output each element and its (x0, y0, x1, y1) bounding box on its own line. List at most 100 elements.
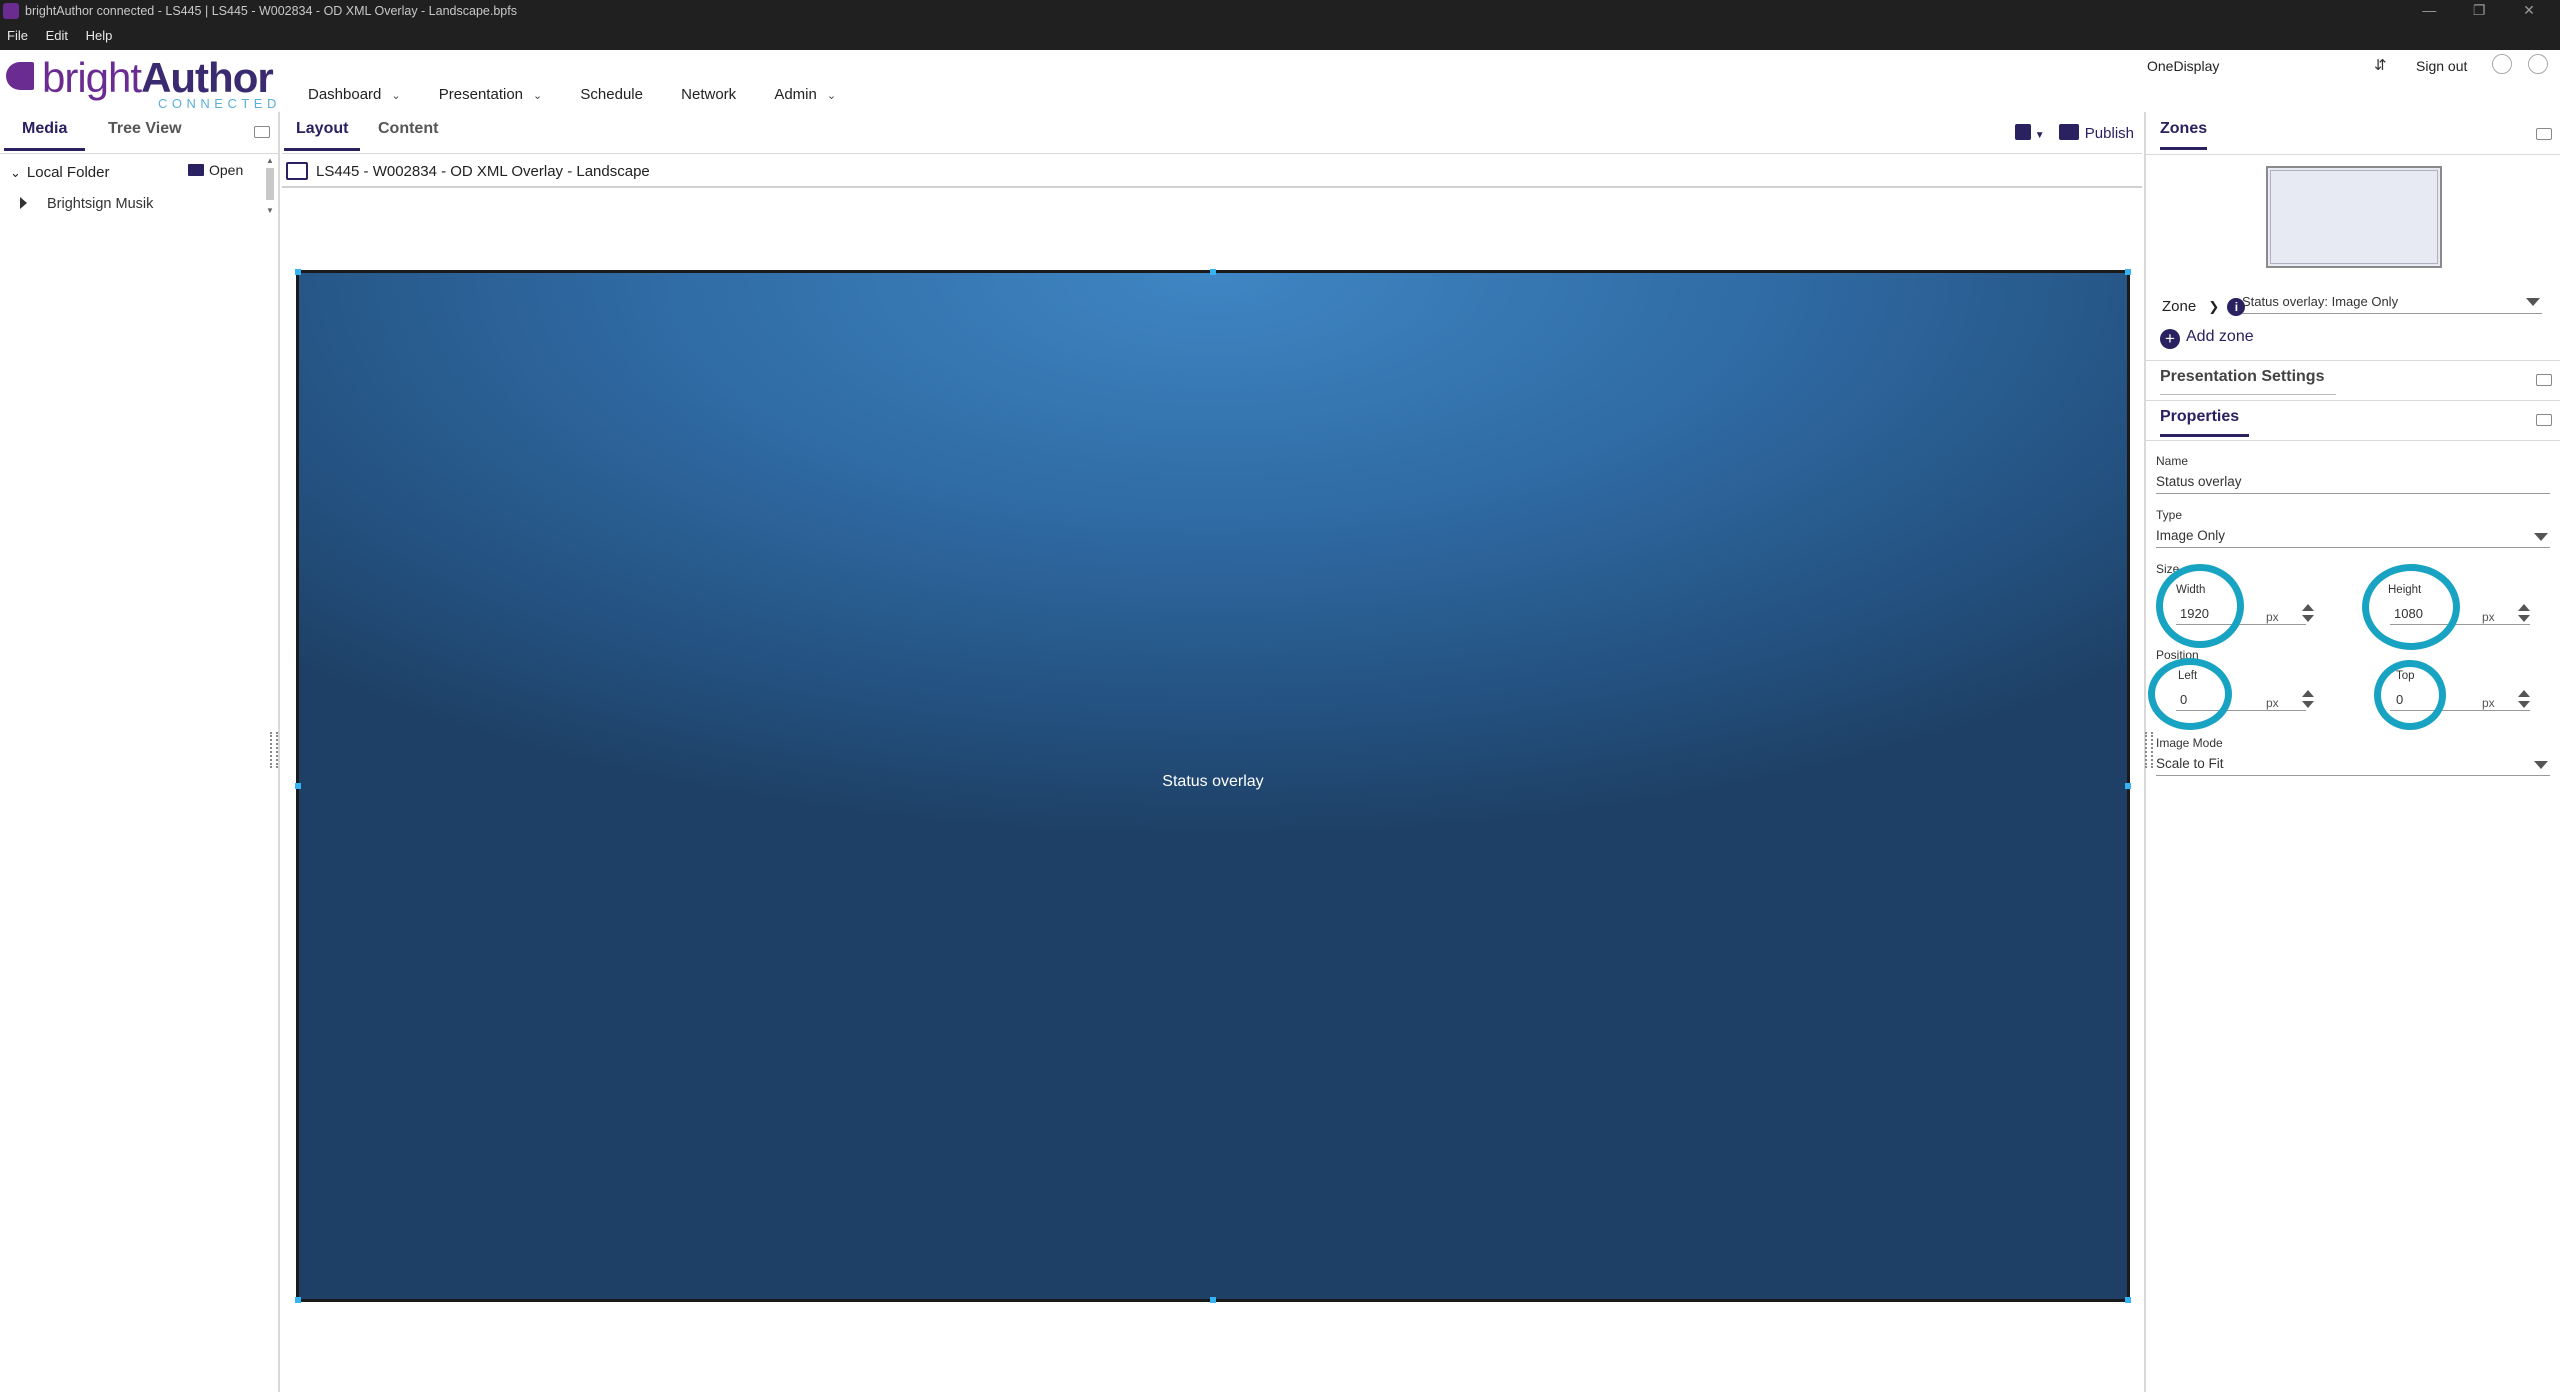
dropdown-caret-icon[interactable] (2534, 761, 2548, 769)
type-select[interactable]: Image Only (2156, 528, 2225, 543)
zone-canvas[interactable]: Status overlay (295, 269, 2131, 1303)
resize-handle[interactable] (2125, 1297, 2131, 1303)
left-splitter-handle[interactable] (270, 732, 278, 768)
zone-label: Status overlay (1162, 773, 1264, 790)
menu-file[interactable]: File (7, 28, 28, 43)
zone-breadcrumb: Zone ❯ i (2162, 298, 2246, 316)
local-folder-label: Local Folder (26, 164, 110, 181)
monitor-icon (286, 162, 308, 180)
account-name: OneDisplay (2147, 58, 2220, 74)
tab-media[interactable]: Media (4, 120, 86, 151)
nav-admin[interactable]: Admin ⌄ (774, 86, 836, 103)
chevron-right-icon: ❯ (2208, 299, 2220, 314)
local-folder-row[interactable]: ⌄ Local Folder (10, 164, 109, 181)
chevron-down-icon: ⌄ (533, 90, 543, 102)
zone-thumbnail[interactable] (2266, 166, 2442, 268)
scroll-up-icon[interactable]: ▲ (266, 156, 274, 165)
media-panel: Media Tree View ⌄ Local Folder Open Brigh… (0, 112, 280, 1392)
collapse-properties-icon[interactable] (2536, 414, 2552, 426)
zone-select-value: Status overlay: Image Only (2242, 294, 2399, 309)
app-icon (3, 3, 19, 19)
right-splitter-handle[interactable] (2145, 732, 2153, 768)
publish-controls: ▼ Publish (2014, 124, 2134, 142)
resize-handle[interactable] (295, 783, 301, 789)
top-stepper-icon[interactable] (2518, 690, 2530, 710)
zones-tab[interactable]: Zones (2160, 120, 2208, 150)
account-select[interactable]: OneDisplay (2147, 58, 2219, 74)
scroll-thumb[interactable] (266, 168, 274, 200)
sync-icon[interactable] (2492, 54, 2512, 74)
tab-tree-view[interactable]: Tree View (108, 120, 182, 148)
highlight-ring-left (2148, 658, 2232, 730)
chevron-down-icon: ⌄ (10, 165, 21, 180)
publish-icon[interactable] (2058, 124, 2079, 140)
media-tabs: Media Tree View (0, 112, 278, 154)
window-titlebar: brightAuthor connected - LS445 | LS445 -… (0, 0, 2560, 50)
window-controls: — ❐ ✕ (2406, 2, 2552, 19)
publish-button[interactable]: Publish (2085, 125, 2134, 142)
menu-help[interactable]: Help (86, 28, 113, 43)
save-icon[interactable] (2014, 124, 2031, 140)
nav-presentation[interactable]: Presentation ⌄ (439, 86, 542, 103)
left-stepper-icon[interactable] (2302, 690, 2314, 710)
collapse-zones-icon[interactable] (2536, 128, 2552, 140)
window-title: brightAuthor connected - LS445 | LS445 -… (25, 4, 517, 18)
nav-network[interactable]: Network (681, 86, 736, 103)
scroll-down-icon[interactable]: ▼ (266, 206, 274, 215)
main-nav: Dashboard ⌄ Presentation ⌄ Schedule Networ… (308, 86, 870, 103)
resize-handle[interactable] (1210, 269, 1216, 275)
name-input[interactable]: Status overlay (2156, 474, 2242, 489)
chevron-down-icon: ⌄ (826, 90, 837, 102)
save-dropdown-chevron-icon[interactable]: ▼ (2035, 130, 2045, 141)
presentation-path: LS445 - W002834 - OD XML Overlay - Lands… (316, 163, 650, 180)
image-mode-select[interactable]: Scale to Fit (2156, 756, 2224, 771)
top-unit: px (2482, 696, 2495, 710)
width-stepper-icon[interactable] (2302, 604, 2314, 624)
expand-caret-icon[interactable] (20, 197, 27, 209)
tree-item-label: Brightsign Musik (47, 196, 154, 212)
app-header: brightAuthor CONNECTED Dashboard ⌄ Presen… (0, 50, 2560, 112)
tab-content[interactable]: Content (378, 120, 438, 148)
resize-handle[interactable] (2125, 269, 2131, 275)
logo-mark-icon (6, 62, 34, 90)
image-mode-label: Image Mode (2156, 736, 2223, 750)
presentation-settings-tab[interactable]: Presentation Settings (2160, 368, 2337, 395)
folder-open-icon (188, 164, 204, 176)
account-select-chevron-icon[interactable]: ⇵ (2374, 56, 2387, 74)
resize-handle[interactable] (295, 1297, 301, 1303)
resize-handle[interactable] (295, 269, 301, 275)
collapse-presentation-settings-icon[interactable] (2536, 374, 2552, 386)
nav-dashboard[interactable]: Dashboard ⌄ (308, 86, 401, 103)
nav-schedule[interactable]: Schedule (580, 86, 643, 103)
tab-layout[interactable]: Layout (284, 120, 361, 151)
highlight-ring-top (2374, 660, 2446, 730)
highlight-ring-height (2362, 564, 2460, 650)
left-unit: px (2266, 696, 2279, 710)
menu-edit[interactable]: Edit (46, 28, 68, 43)
sign-out-link[interactable]: Sign out (2416, 58, 2467, 74)
layout-editor: Layout Content ▼ Publish LS445 - W002834… (282, 112, 2142, 1392)
media-scrollbar[interactable]: ▲ ▼ (264, 156, 276, 220)
resize-handle[interactable] (2125, 783, 2131, 789)
plus-icon: + (2160, 329, 2180, 349)
logo-subtitle: CONNECTED (158, 96, 281, 111)
zone-select[interactable]: Status overlay: Image Only (2242, 294, 2542, 314)
properties-panel: Zones Zone ❯ i Status overlay: Image Onl… (2144, 112, 2560, 1392)
dropdown-caret-icon[interactable] (2534, 533, 2548, 541)
minimize-icon[interactable]: — (2406, 2, 2452, 18)
type-label: Type (2156, 508, 2183, 522)
tree-item[interactable]: Brightsign Musik (20, 196, 153, 212)
height-stepper-icon[interactable] (2518, 604, 2530, 624)
close-icon[interactable]: ✕ (2506, 2, 2552, 19)
add-zone-button[interactable]: + Add zone (2160, 328, 2254, 349)
resize-handle[interactable] (1210, 1297, 1216, 1303)
open-folder-button[interactable]: Open (188, 162, 243, 178)
collapse-panel-icon[interactable] (254, 126, 270, 138)
menu-bar: File Edit Help (7, 28, 126, 43)
chevron-down-icon: ⌄ (391, 90, 401, 102)
restore-icon[interactable]: ❐ (2456, 2, 2502, 19)
dropdown-caret-icon (2526, 298, 2540, 306)
globe-icon[interactable] (2528, 54, 2548, 74)
presentation-path-bar: LS445 - W002834 - OD XML Overlay - Lands… (282, 156, 2142, 188)
properties-tab[interactable]: Properties (2160, 408, 2250, 437)
